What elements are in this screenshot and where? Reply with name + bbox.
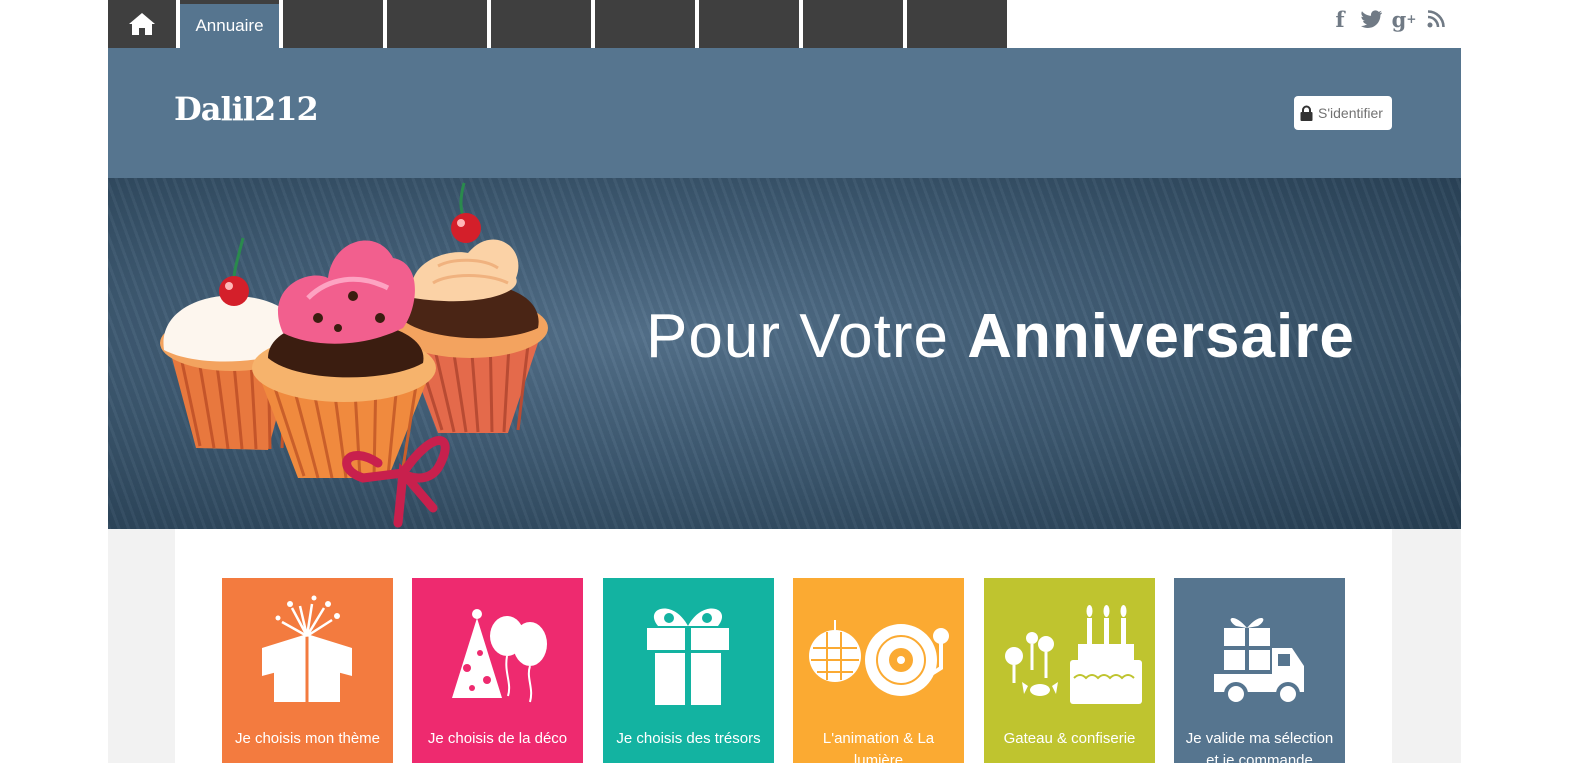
login-label: S'identifier	[1318, 105, 1383, 121]
tile-label: Gateau & confiserie	[1003, 730, 1136, 747]
site-header: Dalil212 S'identifier	[108, 48, 1461, 178]
google-plus-icon[interactable]: g +	[1392, 6, 1417, 32]
cake-candy-icon	[1005, 605, 1142, 704]
tile-theme[interactable]: Je choisis mon thème	[222, 578, 393, 763]
top-navigation: Annuaire	[108, 0, 1011, 48]
facebook-icon[interactable]: f	[1328, 6, 1352, 32]
hero-banner: Pour Votre Anniversaire	[108, 178, 1461, 529]
tile-gateau[interactable]: Gateau & confiserie	[984, 578, 1155, 763]
banner-headline: Pour Votre Anniversaire	[646, 301, 1355, 372]
tile-label: Je valide ma sélection et je commande	[1185, 730, 1334, 763]
gift-icon	[647, 608, 729, 705]
tile-commande[interactable]: Je valide ma sélection et je commande	[1174, 578, 1345, 763]
nav-item-label: Annuaire	[195, 16, 264, 35]
disco-turntable-icon	[809, 620, 949, 696]
nav-item-empty[interactable]	[387, 0, 487, 48]
banner-text-bold: Anniversaire	[967, 302, 1355, 371]
cupcakes-illustration	[160, 182, 548, 528]
nav-item-empty[interactable]	[907, 0, 1007, 48]
tile-animation[interactable]: L'animation & La lumière	[793, 578, 964, 763]
social-links: f g +	[1328, 6, 1448, 32]
home-button[interactable]	[108, 0, 176, 48]
nav-item-empty[interactable]	[699, 0, 799, 48]
nav-item-empty[interactable]	[595, 0, 695, 48]
twitter-icon[interactable]	[1360, 6, 1384, 32]
tile-label: Je choisis des trésors	[616, 730, 761, 747]
login-button[interactable]: S'identifier	[1294, 96, 1392, 130]
tile-deco[interactable]: Je choisis de la déco	[412, 578, 583, 763]
tile-label: Je choisis mon thème	[234, 730, 381, 747]
nav-item-empty[interactable]	[803, 0, 903, 48]
banner-text-light: Pour Votre	[646, 302, 968, 371]
nav-item-annuaire[interactable]: Annuaire	[180, 0, 279, 48]
tile-label: L'animation & La lumière	[822, 730, 935, 763]
lock-icon	[1300, 105, 1313, 121]
nav-item-empty[interactable]	[491, 0, 591, 48]
gift-box-open-icon	[262, 595, 352, 702]
site-logo[interactable]: Dalil212	[174, 90, 319, 128]
rss-icon[interactable]	[1424, 6, 1448, 32]
tile-tresors[interactable]: Je choisis des trésors	[603, 578, 774, 763]
tile-label: Je choisis de la déco	[427, 730, 568, 747]
delivery-truck-icon	[1214, 617, 1304, 706]
party-hat-balloons-icon	[452, 609, 547, 703]
nav-item-empty[interactable]	[283, 0, 383, 48]
home-icon	[129, 13, 155, 35]
